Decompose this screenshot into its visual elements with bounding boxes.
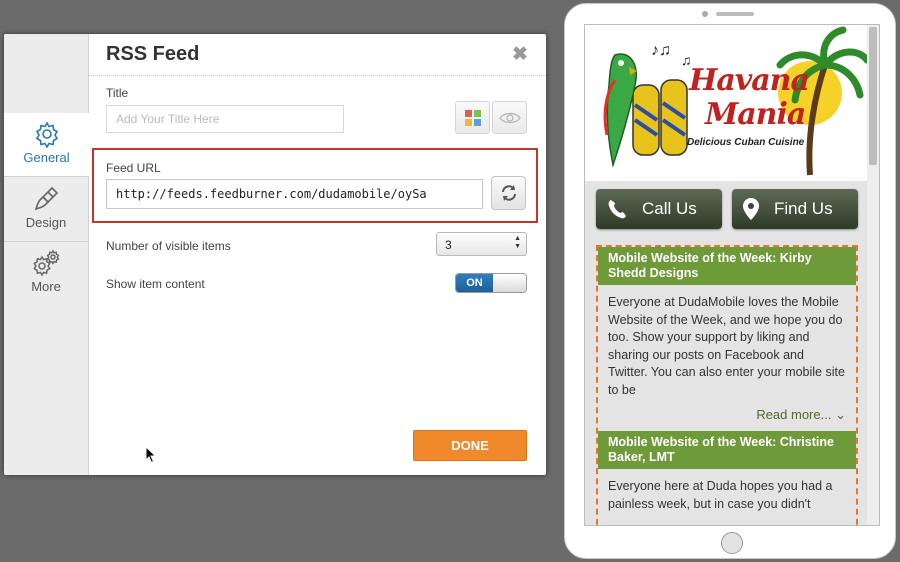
close-icon[interactable]: ✖ <box>512 43 528 66</box>
feed-item-title[interactable]: Mobile Website of the Week: Kirby Shedd … <box>598 247 856 285</box>
select-arrows-icon: ▲ ▼ <box>514 235 521 250</box>
find-us-label: Find Us <box>774 199 833 218</box>
call-us-label: Call Us <box>642 199 697 218</box>
toggle-knob <box>493 274 526 292</box>
title-label: Title <box>106 86 129 100</box>
logo-title-line2: Mania <box>705 97 806 132</box>
find-us-button[interactable]: Find Us <box>732 189 858 229</box>
show-content-toggle[interactable]: ON <box>455 273 527 293</box>
brush-icon <box>34 186 59 211</box>
feed-item-body: Everyone at DudaMobile loves the Mobile … <box>608 295 845 397</box>
visible-items-value: 3 <box>445 238 452 252</box>
feed-item: Mobile Website of the Week: Christine Ba… <box>598 431 856 517</box>
feed-item-title[interactable]: Mobile Website of the Week: Christine Ba… <box>598 431 856 469</box>
sidebar-tab-general[interactable]: General <box>4 113 89 177</box>
read-more-link[interactable]: Read more... ⌄ <box>598 403 856 431</box>
settings-panel: RSS Feed ✖ Title Feed URL <box>89 34 546 475</box>
color-picker-button[interactable] <box>455 101 490 134</box>
home-button[interactable] <box>721 532 743 554</box>
chevron-down-icon: ⌄ <box>835 407 846 422</box>
logo-title-line1: Havana <box>689 63 810 98</box>
rss-feed-widget: Mobile Website of the Week: Kirby Shedd … <box>596 245 858 525</box>
camera-icon <box>702 11 708 17</box>
color-grid-icon <box>464 109 481 126</box>
gears-icon <box>33 249 60 277</box>
toggle-state: ON <box>456 274 493 292</box>
show-content-label: Show item content <box>106 277 205 291</box>
feed-url-label: Feed URL <box>106 161 161 175</box>
gear-icon <box>35 121 58 148</box>
phone-preview: ♪♫ ♫ Havana Mania Delicious Cuban Cuisin… <box>564 3 896 559</box>
phone-scrollbar[interactable] <box>867 25 879 525</box>
sidebar-tab-more[interactable]: More <box>4 242 88 306</box>
sidebar-tab-label: General <box>23 150 70 165</box>
call-us-button[interactable]: Call Us <box>596 189 722 229</box>
phone-icon <box>608 200 626 219</box>
visible-items-label: Number of visible items <box>106 239 231 253</box>
rss-feed-dialog: General Design More RSS Feed ✖ Title Add… <box>4 34 546 475</box>
dialog-title: RSS Feed <box>106 43 200 65</box>
sidebar-tab-label: More <box>31 279 61 294</box>
read-more-label: Read more... <box>756 407 832 422</box>
mouse-cursor-icon <box>145 446 157 464</box>
visible-items-select[interactable]: 3 ▲ ▼ <box>436 232 527 256</box>
speaker-grill <box>716 12 754 16</box>
map-pin-icon <box>743 198 759 220</box>
feed-item: Mobile Website of the Week: Kirby Shedd … <box>598 247 856 431</box>
phone-screen: ♪♫ ♫ Havana Mania Delicious Cuban Cuisin… <box>584 24 880 526</box>
site-logo: ♪♫ ♫ Havana Mania Delicious Cuban Cuisin… <box>585 25 867 181</box>
scroll-thumb[interactable] <box>869 27 877 165</box>
feed-item-body: Everyone here at Duda hopes you had a pa… <box>608 479 833 511</box>
feed-url-input[interactable] <box>106 179 483 209</box>
logo-tagline: Delicious Cuban Cuisine <box>687 137 805 148</box>
title-input[interactable] <box>106 105 344 133</box>
settings-sidebar: General Design More <box>4 34 89 475</box>
sidebar-tab-design[interactable]: Design <box>4 178 88 242</box>
done-button[interactable]: DONE <box>413 430 527 461</box>
sidebar-tab-label: Design <box>25 215 67 230</box>
svg-text:♪♫: ♪♫ <box>651 42 671 59</box>
title-divider <box>89 75 546 76</box>
visibility-toggle-button[interactable] <box>492 101 527 134</box>
refresh-icon <box>501 185 516 201</box>
eye-icon <box>498 112 521 123</box>
refresh-feed-button[interactable] <box>491 176 526 210</box>
